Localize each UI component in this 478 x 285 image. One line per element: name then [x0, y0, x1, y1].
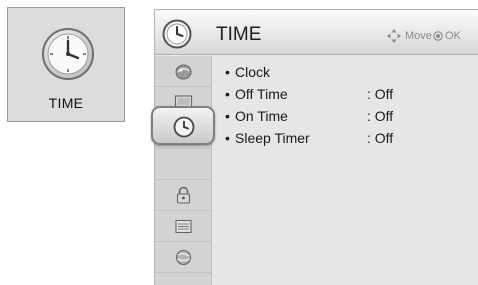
bullet: •: [225, 86, 230, 102]
option-value: : Off: [367, 86, 394, 102]
clock-icon: [162, 19, 192, 49]
move-hint-label: Move: [405, 30, 432, 42]
clock-icon: [173, 116, 195, 138]
lock-icon: [176, 186, 191, 204]
category-time[interactable]: [155, 149, 212, 180]
ok-button-icon: [433, 31, 443, 41]
option-label: On Time: [235, 108, 288, 124]
category-option[interactable]: [155, 211, 212, 242]
picture-icon: [175, 64, 192, 80]
option-value: : Off: [367, 130, 394, 146]
ok-hint-label: OK: [445, 30, 461, 42]
time-menu-panel: TIME Move OK • Clock • Off Time: Off • …: [151, 9, 478, 285]
bullet: •: [225, 108, 230, 124]
menu-header: TIME Move OK: [155, 10, 478, 55]
category-lock[interactable]: [155, 180, 212, 211]
option-label: Sleep Timer: [235, 130, 310, 146]
option-value: : Off: [367, 108, 394, 124]
network-icon: [175, 249, 192, 266]
dpad-arrows-icon: [387, 29, 401, 43]
bullet: •: [225, 64, 230, 80]
option-icon: [175, 219, 192, 234]
option-label: Off Time: [235, 86, 288, 102]
category-picture[interactable]: [155, 56, 212, 87]
time-tile[interactable]: TIME: [7, 7, 125, 122]
page-title: TIME: [216, 24, 262, 45]
option-label: Clock: [235, 64, 271, 80]
category-rail: [155, 56, 212, 285]
category-network[interactable]: [155, 242, 212, 273]
clock-icon: [42, 28, 94, 80]
tile-label: TIME: [48, 95, 84, 111]
selected-category-time[interactable]: [151, 106, 215, 145]
bullet: •: [225, 130, 230, 146]
